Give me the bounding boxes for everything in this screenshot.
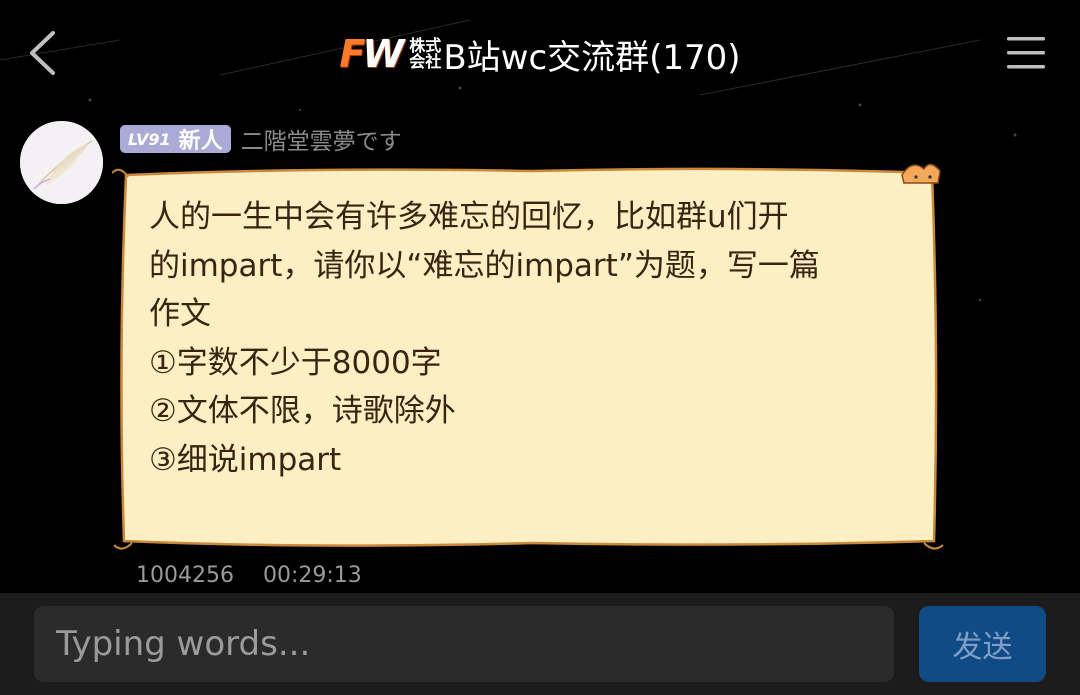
message-bubble[interactable]: 人的一生中会有许多难忘的回忆，比如群u们开 的impart，请你以“难忘的imp… [112, 161, 945, 553]
sender-info: LV91 新人 二階堂雲夢です [120, 122, 402, 156]
chat-title: B站wc交流群(170) [443, 37, 741, 78]
sender-name[interactable]: 二階堂雲夢です [241, 122, 402, 156]
message-text: 人的一生中会有许多难忘的回忆，比如群u们开 的impart，请你以“难忘的imp… [149, 199, 820, 478]
member-title: 新人 [178, 129, 223, 154]
hamburger-menu-icon [1007, 37, 1045, 69]
send-button[interactable]: 发送 [919, 606, 1046, 682]
cat-ears-icon [901, 163, 941, 184]
group-logo: FW [339, 32, 404, 76]
level-text: LV91 [128, 129, 171, 149]
feather-avatar-icon [20, 121, 103, 204]
message-time: 00:29:13 [262, 563, 362, 588]
title-area: FW 株式 会社 B站wc交流群(170) [0, 28, 1080, 80]
level-badge: LV91 新人 [120, 125, 231, 154]
chat-header: FW 株式 会社 B站wc交流群(170) [0, 0, 1080, 108]
menu-button[interactable] [1006, 36, 1046, 70]
corp-mark: 株式 会社 [409, 38, 441, 70]
message-meta: 1004256 00:29:13 [136, 563, 384, 588]
logo-letter-w: W [362, 32, 404, 76]
avatar[interactable] [20, 121, 103, 204]
corp-line-2: 会社 [409, 52, 442, 71]
message-input[interactable] [34, 606, 894, 682]
sender-id: 1004256 [136, 563, 234, 588]
